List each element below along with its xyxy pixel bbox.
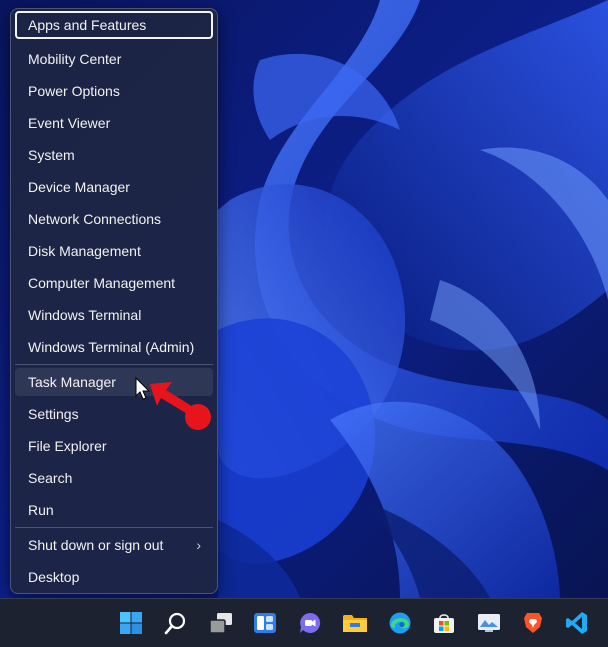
menu-item-system[interactable]: System [15,141,213,169]
photos-icon[interactable] [470,605,508,641]
vscode-icon[interactable] [558,605,596,641]
desktop[interactable]: Apps and Features Mobility Center Power … [0,0,608,598]
menu-item-file-explorer[interactable]: File Explorer [15,432,213,460]
menu-item-device-manager[interactable]: Device Manager [15,173,213,201]
search-icon[interactable] [157,605,195,641]
menu-item-desktop[interactable]: Desktop [15,563,213,591]
menu-item-windows-terminal[interactable]: Windows Terminal [15,301,213,329]
menu-item-disk-management[interactable]: Disk Management [15,237,213,265]
task-view-icon[interactable] [202,605,240,641]
menu-item-event-viewer[interactable]: Event Viewer [15,109,213,137]
menu-item-run[interactable]: Run [15,496,213,524]
menu-item-label: Shut down or sign out [28,537,164,553]
menu-item-settings[interactable]: Settings [15,400,213,428]
brave-icon[interactable] [514,605,552,641]
menu-item-shut-down-or-sign-out[interactable]: Shut down or sign out › [15,531,213,559]
quick-link-menu: Apps and Features Mobility Center Power … [10,8,218,594]
menu-item-task-manager[interactable]: Task Manager [15,368,213,396]
menu-item-apps-and-features[interactable]: Apps and Features [15,11,213,39]
menu-separator [15,364,213,365]
menu-item-computer-management[interactable]: Computer Management [15,269,213,297]
chat-icon[interactable] [291,605,329,641]
windows-start-icon[interactable] [112,605,150,641]
menu-separator [15,527,213,528]
edge-icon[interactable] [381,605,419,641]
menu-item-windows-terminal-admin[interactable]: Windows Terminal (Admin) [15,333,213,361]
taskbar [0,598,608,647]
menu-item-mobility-center[interactable]: Mobility Center [15,45,213,73]
menu-item-network-connections[interactable]: Network Connections [15,205,213,233]
menu-item-power-options[interactable]: Power Options [15,77,213,105]
menu-item-search[interactable]: Search [15,464,213,492]
file-explorer-icon[interactable] [336,605,374,641]
widgets-icon[interactable] [246,605,284,641]
chevron-right-icon: › [196,537,201,553]
store-icon[interactable] [425,605,463,641]
